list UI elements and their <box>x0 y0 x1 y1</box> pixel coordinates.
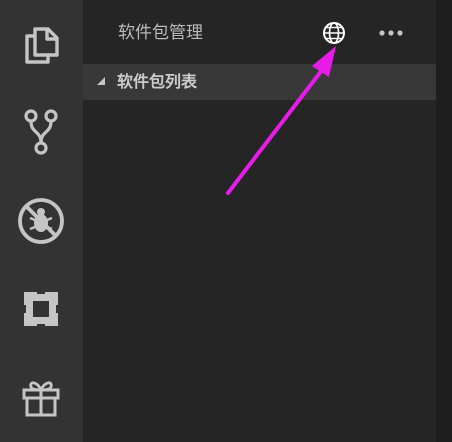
globe-icon <box>323 22 345 44</box>
more-actions-icon <box>379 30 403 36</box>
sidebar-title: 软件包管理 <box>118 23 203 43</box>
explorer-files-icon[interactable] <box>13 17 69 73</box>
debug-icon[interactable] <box>13 193 69 249</box>
editor-edge <box>436 0 452 442</box>
more-actions-button[interactable] <box>376 18 406 48</box>
extensions-icon[interactable] <box>13 281 69 337</box>
globe-button[interactable] <box>319 18 349 48</box>
section-header-package-list[interactable]: 软件包列表 <box>83 64 436 100</box>
sidebar-header: 软件包管理 <box>83 0 436 64</box>
section-label: 软件包列表 <box>117 72 198 91</box>
chevron-down-icon <box>97 77 105 85</box>
sidebar: 软件包管理 软件包列表 <box>83 0 436 442</box>
activity-bar <box>0 0 83 442</box>
gift-icon[interactable] <box>13 369 69 425</box>
source-control-icon[interactable] <box>13 104 69 160</box>
